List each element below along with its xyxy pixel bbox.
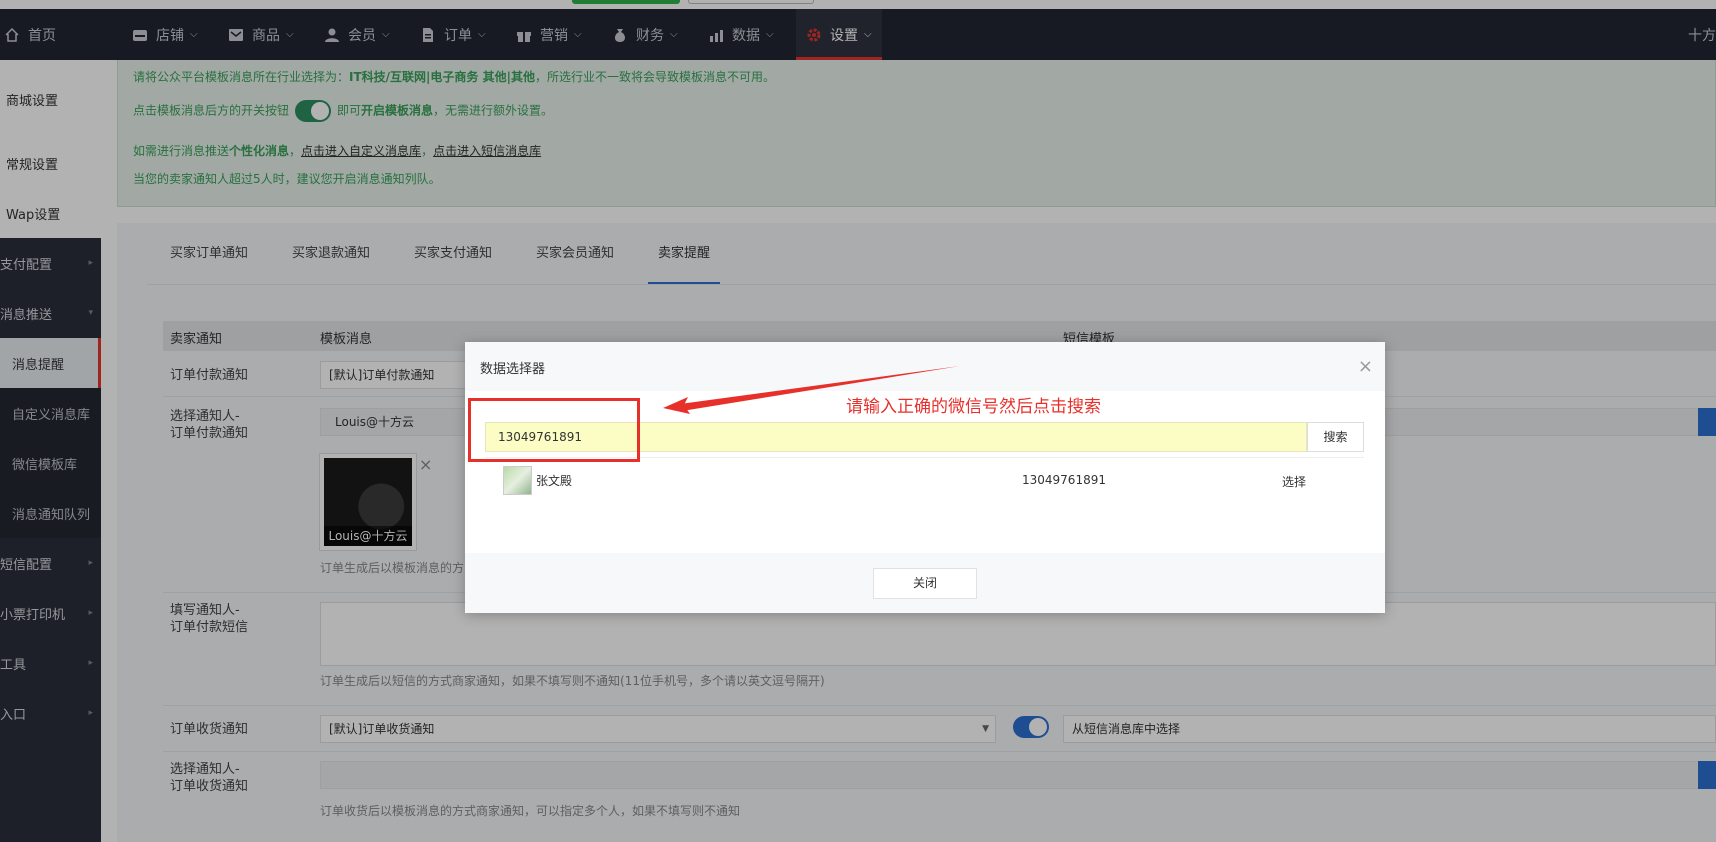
result-avatar [503,466,532,495]
result-phone: 13049761891 [1022,473,1106,487]
dialog-header [465,342,1385,391]
data-selector-dialog: 数据选择器 × 13049761891 搜索 张文殿 13049761891 选… [465,342,1385,613]
annotation-highlight-box [468,398,640,462]
result-name: 张文殿 [536,474,573,488]
close-icon[interactable]: × [1358,356,1373,377]
dialog-close-button[interactable]: 关闭 [873,568,977,599]
dialog-title: 数据选择器 [480,362,546,377]
search-button[interactable]: 搜索 [1307,422,1364,452]
screen: 首页 店铺 ⌵ 商品 ⌵ 会员 ⌵ 订单 ⌵ 营销 ⌵ 财务 ⌵ 数据 ⌵ 设置… [0,0,1716,842]
result-select-link[interactable]: 选择 [1282,473,1306,490]
annotation-text: 请输入正确的微信号然后点击搜索 [846,397,1101,417]
